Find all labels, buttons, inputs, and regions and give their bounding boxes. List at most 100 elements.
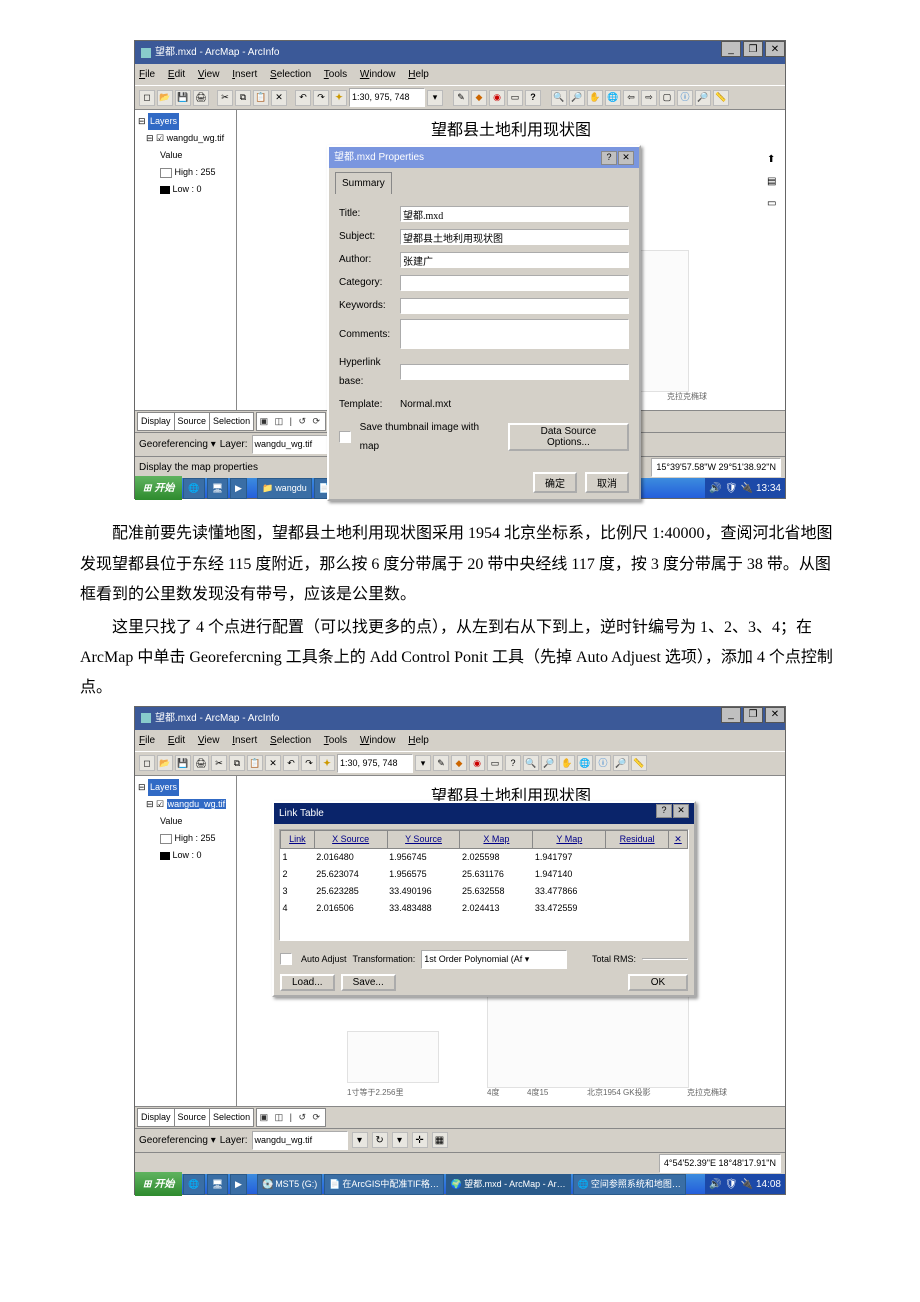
new-icon[interactable]: ◻ (139, 755, 155, 771)
arccatalog-icon[interactable]: ◆ (471, 90, 487, 106)
col-ysource[interactable]: Y Source (387, 830, 460, 848)
pan-icon[interactable]: ✋ (559, 755, 575, 771)
menu-bar-2[interactable]: File Edit View Insert Selection Tools Wi… (135, 730, 785, 751)
menu-insert[interactable]: Insert (232, 735, 257, 746)
quick-desktop-icon[interactable]: 🖥 (207, 478, 228, 499)
tray-icon[interactable]: 🔌 (741, 1175, 753, 1194)
zoom-out-icon[interactable]: 🔎 (541, 755, 557, 771)
tab-display[interactable]: Display (137, 1108, 175, 1127)
table-row[interactable]: 12.0164801.9567452.0255981.941797 (281, 848, 688, 866)
cut-icon[interactable]: ✂ (217, 90, 233, 106)
georef-menu[interactable]: Georeferencing ▾ (139, 435, 216, 454)
undo-icon[interactable]: ↶ (295, 90, 311, 106)
map-view[interactable]: 望都县土地利用现状图 ⬆ ▤ ▭ 1寸等于2.256里 4度 4度15 北京19… (237, 110, 785, 410)
flip-icon[interactable]: ▾ (392, 1132, 408, 1148)
table-row[interactable]: 325.62328533.49019625.63255833.477866 (281, 883, 688, 900)
col-xsource[interactable]: X Source (314, 830, 387, 848)
toc-layer-2[interactable]: wangdu_wg.tif (167, 799, 227, 809)
tab-summary[interactable]: Summary (335, 172, 392, 194)
paste-icon[interactable]: 📋 (247, 755, 263, 771)
open-icon[interactable]: 📂 (157, 90, 173, 106)
menu-edit[interactable]: Edit (168, 69, 185, 80)
find-icon[interactable]: 🔎 (695, 90, 711, 106)
quick-ie-icon[interactable]: 🌐 (183, 1174, 204, 1195)
link-table-titlebar[interactable]: Link Table ?✕ (274, 803, 694, 824)
minimize-icon[interactable]: _ (721, 707, 741, 723)
zoom-prev-icon[interactable]: ⇦ (623, 90, 639, 106)
tray-icon[interactable]: 🛡 (725, 1175, 738, 1194)
add-control-point-icon[interactable]: ✛ (412, 1132, 428, 1148)
field-category[interactable] (400, 275, 629, 291)
tab-selection[interactable]: Selection (209, 412, 254, 431)
menu-file[interactable]: FFileile (139, 69, 155, 80)
add-data-icon[interactable]: ✦ (331, 90, 347, 106)
link-table-icon[interactable]: ▦ (432, 1132, 448, 1148)
ok-button[interactable]: 确定 (533, 472, 577, 493)
tab-display[interactable]: Display (137, 412, 175, 431)
menu-tools[interactable]: Tools (324, 69, 347, 80)
restore-icon[interactable]: ❐ (743, 707, 763, 723)
dialog-titlebar[interactable]: 望都.mxd Properties ?✕ (329, 147, 639, 168)
field-author[interactable]: 张建广 (400, 252, 629, 268)
full-extent-icon[interactable]: 🌐 (605, 90, 621, 106)
menu-selection[interactable]: Selection (270, 735, 311, 746)
restore-icon[interactable]: ❐ (743, 41, 763, 57)
field-title[interactable]: 望都.mxd (400, 206, 629, 222)
delete-icon[interactable]: ✕ (271, 90, 287, 106)
toc-2[interactable]: ⊟ Layers ⊟ ☑ wangdu_wg.tif Value High : … (135, 776, 237, 1106)
measure-icon[interactable]: 📏 (631, 755, 647, 771)
zoom-next-icon[interactable]: ⇨ (641, 90, 657, 106)
identify-icon[interactable]: ⓘ (677, 90, 693, 106)
open-icon[interactable]: 📂 (157, 755, 173, 771)
menu-help[interactable]: Help (408, 69, 429, 80)
arctoolbox-icon[interactable]: ◉ (469, 755, 485, 771)
menu-tools[interactable]: Tools (324, 735, 347, 746)
save-button[interactable]: Save... (341, 974, 396, 991)
zoom-out-icon[interactable]: 🔎 (569, 90, 585, 106)
menu-file[interactable]: File (139, 735, 155, 746)
close-icon[interactable]: ✕ (765, 707, 785, 723)
measure-icon[interactable]: 📏 (713, 90, 729, 106)
tray-icon[interactable]: 🔊 (709, 479, 721, 498)
quick-media-icon[interactable]: ▶ (230, 478, 247, 499)
quick-desktop-icon[interactable]: 🖥 (207, 1174, 228, 1195)
menu-window[interactable]: Window (360, 69, 396, 80)
help-icon[interactable]: ? (601, 151, 617, 165)
scale-combo[interactable]: 1:30, 975, 748 (349, 88, 425, 107)
field-keywords[interactable] (400, 298, 629, 314)
col-xmap[interactable]: X Map (460, 830, 533, 848)
dropdown-icon[interactable]: ▾ (415, 755, 431, 771)
layer-combo-2[interactable]: wangdu_wg.tif (252, 1131, 348, 1150)
tray-icon[interactable]: 🛡 (725, 479, 738, 498)
arctoolbox-icon[interactable]: ◉ (489, 90, 505, 106)
menu-view[interactable]: View (198, 69, 220, 80)
tab-selection[interactable]: Selection (209, 1108, 254, 1127)
tray-icon[interactable]: 🔊 (709, 1175, 721, 1194)
transform-combo[interactable]: 1st Order Polynomial (Af ▾ (421, 950, 567, 969)
help-icon[interactable]: ? (505, 755, 521, 771)
find-icon[interactable]: 🔎 (613, 755, 629, 771)
full-extent-icon[interactable]: 🌐 (577, 755, 593, 771)
close-icon[interactable]: ✕ (765, 41, 785, 57)
zoom-in-icon[interactable]: 🔍 (551, 90, 567, 106)
close-icon[interactable]: ✕ (618, 151, 634, 165)
start-button-2[interactable]: ⊞开始 (135, 1172, 182, 1196)
help-icon[interactable]: ? (656, 804, 672, 818)
field-hyperlink[interactable] (400, 364, 629, 380)
editor-icon[interactable]: ✎ (433, 755, 449, 771)
pan-icon[interactable]: ✋ (587, 90, 603, 106)
georef-menu-2[interactable]: Georeferencing ▾ (139, 1131, 216, 1150)
paste-icon[interactable]: 📋 (253, 90, 269, 106)
zoom-in-icon[interactable]: 🔍 (523, 755, 539, 771)
toc-root-2[interactable]: Layers (148, 779, 179, 796)
field-subject[interactable]: 望都县土地利用现状图 (400, 229, 629, 245)
delete-row-icon[interactable]: ✕ (669, 830, 688, 848)
redo-icon[interactable]: ↷ (313, 90, 329, 106)
load-button[interactable]: Load... (280, 974, 335, 991)
arccatalog-icon[interactable]: ◆ (451, 755, 467, 771)
save-icon[interactable]: 💾 (175, 755, 191, 771)
print-icon[interactable]: 🖨 (193, 755, 209, 771)
field-comments[interactable] (400, 319, 629, 349)
layer-dropdown-icon[interactable]: ▾ (352, 1132, 368, 1148)
map-view-2[interactable]: 望都县土地利用现状图 1寸等于2.256里 4度 4度15 北京1954 GK投… (237, 776, 785, 1106)
